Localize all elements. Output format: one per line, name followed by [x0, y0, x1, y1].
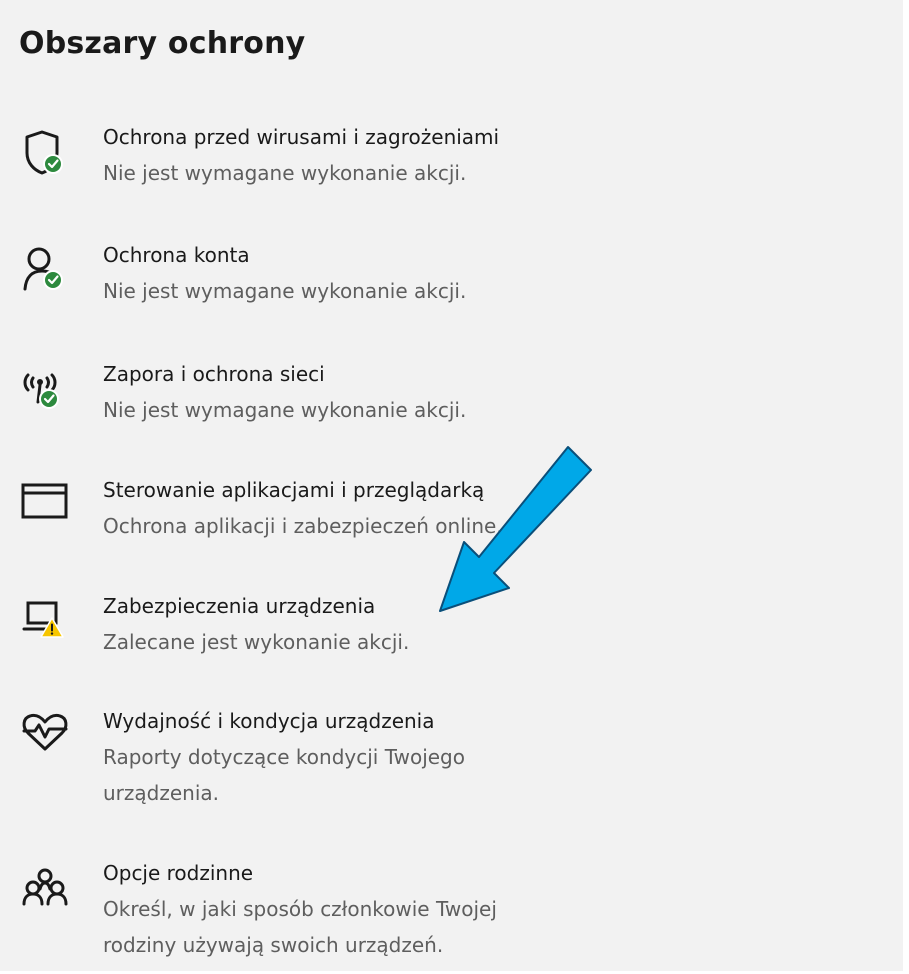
protection-item-account[interactable]: Ochrona konta Nie jest wymagane wykonani… — [0, 237, 760, 317]
protection-item-family[interactable]: Opcje rodzinne Określ, w jaki sposób czł… — [0, 855, 760, 965]
item-title: Ochrona przed wirusami i zagrożeniami — [103, 125, 500, 149]
family-icon — [20, 861, 78, 919]
app-browser-window-icon — [20, 478, 78, 536]
item-title: Opcje rodzinne — [103, 861, 254, 885]
protection-areas-panel: Obszary ochrony Ochrona przed wirusami i… — [0, 0, 903, 971]
item-title: Zapora i ochrona sieci — [103, 362, 325, 386]
laptop-warning-icon — [20, 594, 78, 652]
protection-item-device-security[interactable]: Zabezpieczenia urządzenia Zalecane jest … — [0, 588, 760, 668]
account-check-icon — [20, 243, 78, 301]
protection-item-app-browser[interactable]: Sterowanie aplikacjami i przeglądarką Oc… — [0, 472, 760, 552]
item-title: Wydajność i kondycja urządzenia — [103, 709, 435, 733]
protection-item-virus-threat[interactable]: Ochrona przed wirusami i zagrożeniami Ni… — [0, 119, 760, 199]
heart-health-icon — [20, 707, 78, 765]
item-title: Zabezpieczenia urządzenia — [103, 594, 376, 618]
item-status: Nie jest wymagane wykonanie akcji. — [103, 279, 467, 303]
item-status: Raporty dotyczące kondycji Twojego urząd… — [103, 745, 465, 805]
item-status: Ochrona aplikacji i zabezpieczeń online. — [103, 514, 503, 538]
network-antenna-check-icon — [20, 362, 78, 420]
page-title: Obszary ochrony — [19, 26, 306, 61]
item-title: Ochrona konta — [103, 243, 250, 267]
item-title: Sterowanie aplikacjami i przeglądarką — [103, 478, 485, 502]
item-status: Zalecane jest wykonanie akcji. — [103, 630, 410, 654]
item-status: Nie jest wymagane wykonanie akcji. — [103, 161, 467, 185]
item-status: Nie jest wymagane wykonanie akcji. — [103, 398, 467, 422]
protection-item-firewall[interactable]: Zapora i ochrona sieci Nie jest wymagane… — [0, 356, 760, 436]
protection-item-device-health[interactable]: Wydajność i kondycja urządzenia Raporty … — [0, 703, 760, 813]
item-status: Określ, w jaki sposób członkowie Twojej … — [103, 897, 497, 957]
shield-check-icon — [20, 127, 78, 185]
